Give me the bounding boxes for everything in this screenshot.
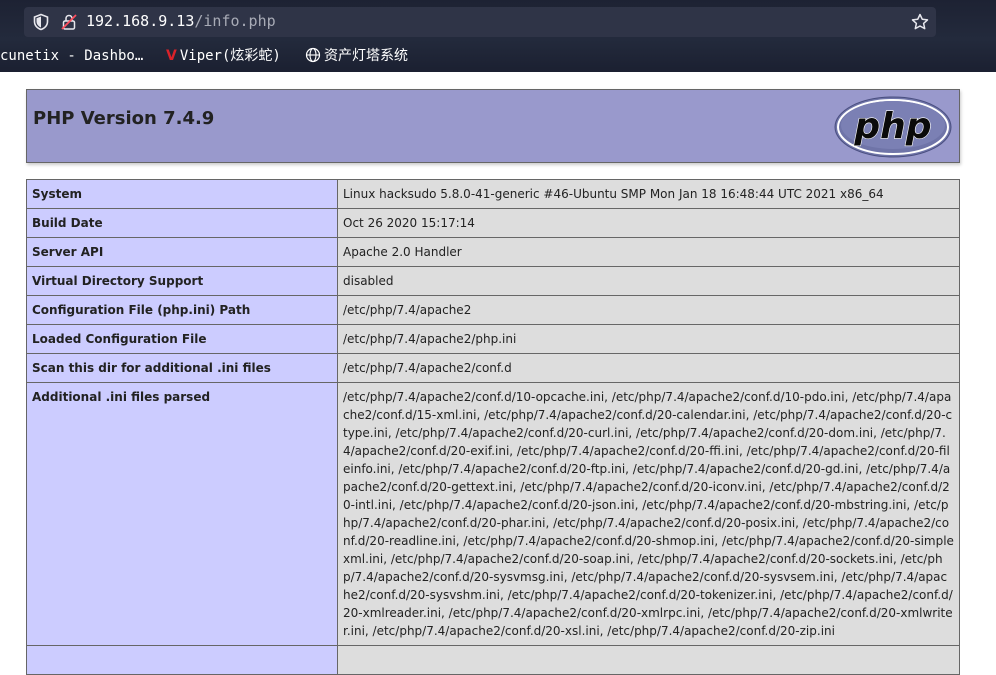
row-value: /etc/php/7.4/apache2/conf.d xyxy=(337,353,960,383)
bookmark-star-icon[interactable] xyxy=(910,12,930,32)
php-logo[interactable]: php xyxy=(833,95,953,159)
row-value: Oct 26 2020 15:17:14 xyxy=(337,208,960,238)
table-row: Additional .ini files parsed/etc/php/7.4… xyxy=(26,382,960,646)
bookmark-viper[interactable]: V Viper(炫彩蛇) xyxy=(166,46,281,66)
globe-icon xyxy=(305,47,321,63)
row-value: Apache 2.0 Handler xyxy=(337,237,960,267)
row-value: /etc/php/7.4/apache2/conf.d/10-opcache.i… xyxy=(337,382,960,646)
table-row: Virtual Directory Support disabled xyxy=(26,266,960,296)
browser-chrome: 192.168.9.13/info.php cunetix - Dashbo… … xyxy=(0,0,996,72)
bookmark-label: 资产灯塔系统 xyxy=(324,48,408,64)
row-key: Scan this dir for additional .ini files xyxy=(26,353,338,383)
table-row: Scan this dir for additional .ini files /… xyxy=(26,353,960,383)
bookmark-label: cunetix - Dashbo… xyxy=(0,48,144,64)
row-value: Linux hacksudo 5.8.0-41-generic #46-Ubun… xyxy=(337,179,960,209)
row-key: Virtual Directory Support xyxy=(26,266,338,296)
row-key: Loaded Configuration File xyxy=(26,324,338,354)
url-host: 192.168.9.13 xyxy=(86,12,195,30)
shield-icon[interactable] xyxy=(32,13,50,31)
table-row: Configuration File (php.ini) Path/etc/ph… xyxy=(26,295,960,325)
row-value: /etc/php/7.4/apache2 xyxy=(337,295,960,325)
bookmark-acunetix[interactable]: cunetix - Dashbo… xyxy=(0,46,143,66)
php-logo-text: php xyxy=(853,106,931,147)
row-key: Additional .ini files parsed xyxy=(26,382,338,646)
page-title: PHP Version 7.4.9 xyxy=(33,108,215,129)
bookmark-asset-lighthouse[interactable]: 资产灯塔系统 xyxy=(305,46,408,66)
url-text[interactable]: 192.168.9.13/info.php xyxy=(86,12,276,30)
viper-icon: V xyxy=(166,48,177,64)
row-key: Build Date xyxy=(26,208,338,238)
address-bar[interactable]: 192.168.9.13/info.php xyxy=(24,7,936,37)
row-value: disabled xyxy=(337,266,960,296)
table-row: Loaded Configuration File/etc/php/7.4/ap… xyxy=(26,324,960,354)
table-row: Server API Apache 2.0 Handler xyxy=(26,237,960,267)
table-row: System Linux hacksudo 5.8.0-41-generic #4… xyxy=(26,179,960,209)
lock-insecure-icon[interactable] xyxy=(60,13,78,31)
table-row xyxy=(26,645,960,675)
row-value xyxy=(337,645,960,675)
row-key: Configuration File (php.ini) Path xyxy=(26,295,338,325)
bookmark-label: Viper(炫彩蛇) xyxy=(179,48,281,64)
php-info-table: System Linux hacksudo 5.8.0-41-generic #4… xyxy=(26,179,960,675)
row-value: /etc/php/7.4/apache2/php.ini xyxy=(337,324,960,354)
row-key: System xyxy=(26,179,338,209)
bookmarks-toolbar: cunetix - Dashbo… V Viper(炫彩蛇) 资产灯塔系统 xyxy=(0,44,996,70)
url-path: /info.php xyxy=(194,12,276,30)
row-key xyxy=(26,645,338,675)
table-row: Build Date Oct 26 2020 15:17:14 xyxy=(26,208,960,238)
php-version-header: PHP Version 7.4.9 php xyxy=(26,89,960,163)
row-key: Server API xyxy=(26,237,338,267)
